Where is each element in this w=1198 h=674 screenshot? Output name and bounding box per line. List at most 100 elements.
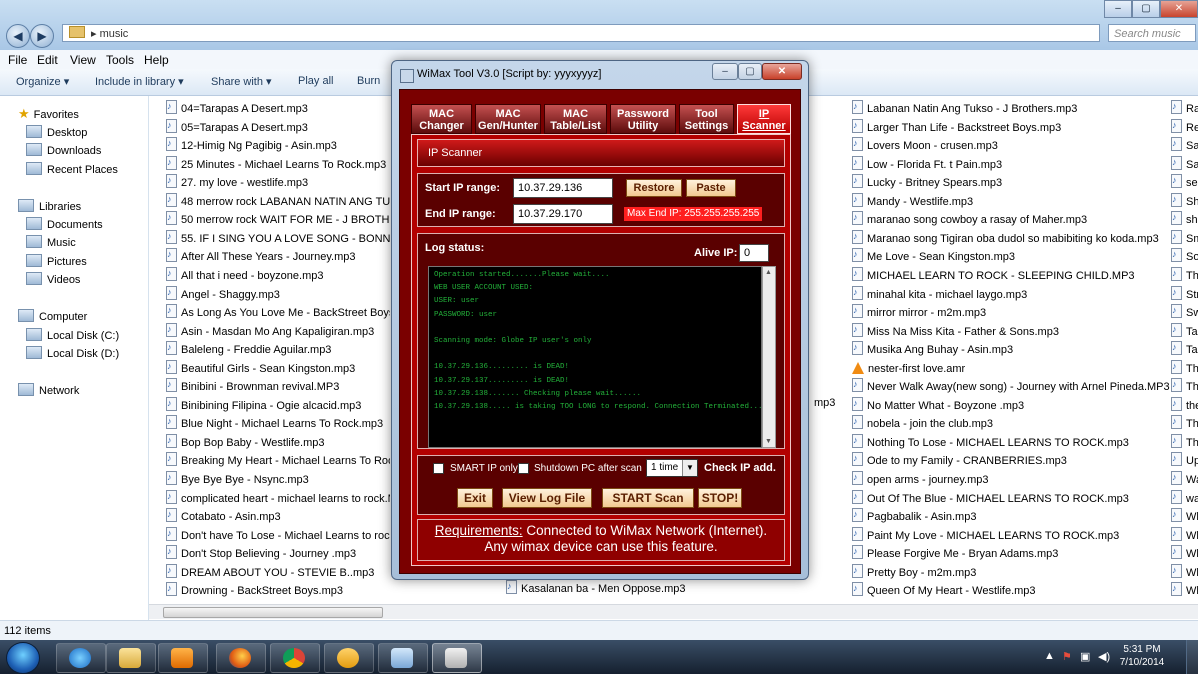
list-item[interactable]: Bye Bye Bye - Nsync.mp3: [166, 471, 390, 489]
list-item[interactable]: After All These Years - Journey.mp3: [166, 248, 390, 266]
list-item[interactable]: minahal kita - michael laygo.mp3: [852, 285, 1027, 304]
exit-button[interactable]: Exit: [457, 488, 493, 508]
list-item[interactable]: Maranao song Tigiran oba dudol so mabibi…: [852, 229, 1159, 248]
volume-icon[interactable]: ◀): [1098, 650, 1110, 663]
start-scan-button[interactable]: START Scan: [602, 488, 694, 508]
tab-mac-gen-hunter[interactable]: MAC Gen/Hunter: [475, 104, 541, 134]
menu-view[interactable]: View: [70, 53, 96, 67]
nav-desktop[interactable]: Desktop: [26, 125, 87, 139]
list-item[interactable]: Larger Than Life - Backstreet Boys.mp3: [852, 118, 1061, 137]
list-item[interactable]: 55. IF I SING YOU A LOVE SONG - BONNIE T…: [166, 229, 390, 248]
stop-button[interactable]: STOP!: [698, 488, 742, 508]
paste-button[interactable]: Paste: [686, 179, 736, 197]
menu-help[interactable]: Help: [144, 53, 169, 67]
list-item[interactable]: Kasalanan ba - Men Oppose.mp3: [506, 580, 686, 598]
scrollbar-thumb[interactable]: [163, 607, 383, 618]
list-item[interactable]: Wh: [1171, 508, 1198, 526]
list-item[interactable]: Paint My Love - MICHAEL LEARNS TO ROCK.m…: [852, 526, 1119, 545]
list-item[interactable]: MICHAEL LEARN TO ROCK - SLEEPING CHILD.M…: [852, 266, 1135, 285]
list-item[interactable]: Binibining Filipina - Ogie alcacid.mp3: [166, 396, 390, 415]
network-tray-icon[interactable]: ▣: [1080, 650, 1090, 663]
share-with-button[interactable]: Share with ▾: [211, 75, 272, 88]
list-item[interactable]: Me Love - Sean Kingston.mp3: [852, 248, 1015, 266]
address-bar[interactable]: ▸ music: [62, 24, 1100, 42]
list-item[interactable]: 48 merrow rock LABANAN NATIN ANG TUKSO: [166, 192, 390, 211]
list-item[interactable]: Breaking My Heart - Michael Learns To Ro…: [166, 452, 390, 470]
list-item[interactable]: Lovers Moon - crusen.mp3: [852, 137, 998, 155]
list-item[interactable]: Th: [1171, 266, 1198, 285]
minimize-button[interactable]: –: [712, 63, 738, 80]
list-item[interactable]: Up: [1171, 452, 1198, 470]
close-button[interactable]: ✕: [762, 63, 802, 80]
taskbar-firefox[interactable]: [216, 643, 266, 673]
list-item[interactable]: Don't Stop Believing - Journey .mp3: [166, 545, 390, 563]
nav-music[interactable]: Music: [26, 235, 76, 249]
horizontal-scrollbar[interactable]: [149, 604, 1198, 619]
list-item[interactable]: Wh: [1171, 526, 1198, 545]
list-item[interactable]: Baleleng - Freddie Aguilar.mp3: [166, 341, 390, 359]
nav-disk-c[interactable]: Local Disk (C:): [26, 328, 119, 342]
restore-button[interactable]: Restore: [626, 179, 682, 197]
smart-ip-checkbox[interactable]: [433, 463, 444, 474]
log-console[interactable]: Operation started.......Please wait.... W…: [428, 266, 767, 448]
list-item[interactable]: complicated heart - michael learns to ro…: [166, 489, 390, 508]
close-button[interactable]: ✕: [1160, 0, 1198, 18]
list-item[interactable]: All that i need - boyzone.mp3: [166, 266, 390, 285]
list-item[interactable]: Beautiful Girls - Sean Kingston.mp3: [166, 359, 390, 378]
list-item[interactable]: nobela - join the club.mp3: [852, 415, 993, 433]
nav-computer[interactable]: Computer: [18, 309, 87, 323]
action-center-icon[interactable]: ⚑: [1062, 650, 1072, 663]
taskbar-media-player[interactable]: [158, 643, 208, 673]
minimize-button[interactable]: –: [1104, 0, 1132, 18]
back-button[interactable]: ◀: [6, 24, 30, 48]
include-library-button[interactable]: Include in library ▾: [95, 75, 184, 88]
list-item[interactable]: nester-first love.amr: [852, 360, 965, 378]
view-log-button[interactable]: View Log File: [502, 488, 592, 508]
tray-arrow-icon[interactable]: ▲: [1044, 650, 1055, 662]
list-item[interactable]: Wh: [1171, 545, 1198, 563]
menu-edit[interactable]: Edit: [37, 53, 58, 67]
list-item[interactable]: Re: [1171, 118, 1198, 137]
list-item[interactable]: Wh: [1171, 582, 1198, 600]
list-item[interactable]: Out Of The Blue - MICHAEL LEARNS TO ROCK…: [852, 489, 1129, 508]
list-item[interactable]: Blue Night - Michael Learns To Rock.mp3: [166, 415, 390, 433]
taskbar-explorer[interactable]: [106, 643, 156, 673]
list-item[interactable]: DREAM ABOUT YOU - STEVIE B..mp3: [166, 563, 390, 582]
list-item[interactable]: 50 merrow rock WAIT FOR ME - J BROTHERS.: [166, 211, 390, 229]
list-item[interactable]: Labanan Natin Ang Tukso - J Brothers.mp3: [852, 100, 1077, 118]
list-item[interactable]: No Matter What - Boyzone .mp3: [852, 396, 1024, 415]
list-item[interactable]: Drowning - BackStreet Boys.mp3: [166, 582, 390, 600]
start-ip-input[interactable]: [513, 178, 613, 198]
start-button[interactable]: [6, 642, 40, 674]
maximize-button[interactable]: ▢: [1132, 0, 1160, 18]
list-item[interactable]: mirror mirror - m2m.mp3: [852, 304, 986, 322]
list-item[interactable]: 05=Tarapas A Desert.mp3: [166, 118, 390, 137]
nav-videos[interactable]: Videos: [26, 272, 80, 286]
list-item[interactable]: Th: [1171, 378, 1198, 396]
scroll-down-icon[interactable]: ▼: [765, 438, 772, 445]
play-all-button[interactable]: Play all: [298, 75, 333, 87]
forward-button[interactable]: ▶: [30, 24, 54, 48]
maximize-button[interactable]: ▢: [738, 63, 762, 80]
list-item[interactable]: 27. my love - westlife.mp3: [166, 174, 390, 192]
nav-downloads[interactable]: Downloads: [26, 143, 101, 157]
tab-password-utility[interactable]: Password Utility: [610, 104, 676, 134]
taskbar-app[interactable]: [324, 643, 374, 673]
list-item[interactable]: Sa: [1171, 137, 1198, 155]
tab-mac-table-list[interactable]: MAC Table/List: [544, 104, 607, 134]
menu-file[interactable]: File: [8, 53, 27, 67]
list-item[interactable]: As Long As You Love Me - BackStreet Boys…: [166, 304, 390, 322]
list-item[interactable]: Th: [1171, 433, 1198, 452]
tab-tool-settings[interactable]: Tool Settings: [679, 104, 734, 134]
list-item[interactable]: Ra: [1171, 100, 1198, 118]
taskbar-notepad[interactable]: [378, 643, 428, 673]
list-item[interactable]: Cotabato - Asin.mp3: [166, 508, 390, 526]
list-item[interactable]: wa: [1171, 489, 1198, 508]
taskbar-wimax[interactable]: [432, 643, 482, 673]
nav-disk-d[interactable]: Local Disk (D:): [26, 346, 119, 360]
nav-pictures[interactable]: Pictures: [26, 254, 87, 268]
list-item[interactable]: Sw: [1171, 304, 1198, 322]
list-item[interactable]: Miss Na Miss Kita - Father & Sons.mp3: [852, 322, 1059, 341]
list-item[interactable]: Don't have To Lose - Michael Learns to r…: [166, 526, 390, 545]
list-item[interactable]: Never Walk Away(new song) - Journey with…: [852, 378, 1170, 396]
